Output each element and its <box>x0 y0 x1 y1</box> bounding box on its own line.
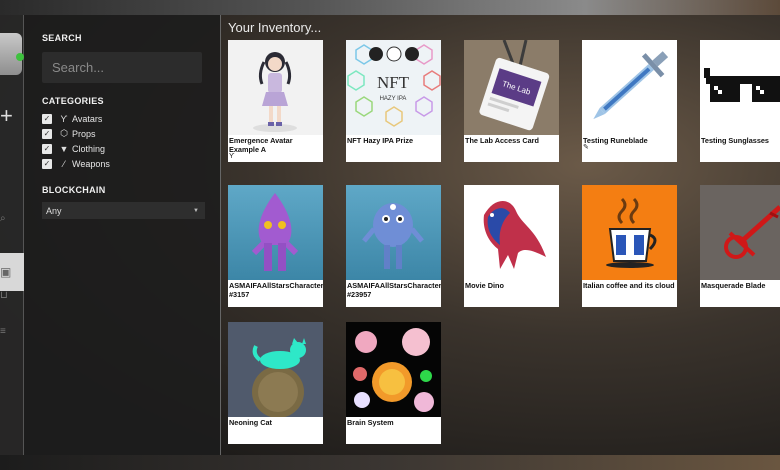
item-name: Masquerade Blade <box>701 281 766 290</box>
chevron-down-icon: ▼ <box>193 207 199 214</box>
category-clothing[interactable]: ✓ ▼ Clothing <box>42 141 202 156</box>
list-nav-icon[interactable]: ≡ <box>0 326 24 337</box>
item-thumbnail: The Lab <box>464 40 559 135</box>
item-name: Italian coffee and its cloud <box>583 281 675 290</box>
item-card[interactable]: ASMAIFAAllStarsCharacter #23957 <box>346 185 441 307</box>
filter-sidebar: SEARCH CATEGORIES ✓ ϒ Avatars ✓ ⬡ Props … <box>24 15 221 455</box>
avatar-icon: ϒ <box>60 113 68 124</box>
search-input[interactable] <box>42 52 202 83</box>
item-name: Brain System <box>347 418 394 427</box>
item-card[interactable]: Testing Runeblade ✎ <box>582 40 677 162</box>
item-name: ASMAIFAAllStarsCharacter #23957 <box>347 281 441 299</box>
category-label: Avatars <box>72 113 103 124</box>
cube-icon: ⬡ <box>60 128 68 138</box>
item-card[interactable]: Italian coffee and its cloud <box>582 185 677 307</box>
item-card[interactable]: Testing Sunglasses <box>700 40 780 162</box>
item-thumbnail <box>346 322 441 417</box>
category-list: ✓ ϒ Avatars ✓ ⬡ Props ✓ ▼ Clothing ✓ ⁄ W… <box>42 111 202 171</box>
item-thumbnail <box>582 40 677 135</box>
props-checkbox[interactable]: ✓ <box>42 128 52 139</box>
inventory-nav-icon[interactable]: ▣ <box>0 253 24 291</box>
blockchain-value: Any <box>46 205 62 216</box>
item-card[interactable]: The Lab The Lab Access Card <box>464 40 559 162</box>
item-card[interactable]: Emergence Avatar Example A ϒ <box>228 40 323 162</box>
item-name: Testing Runeblade <box>583 136 648 145</box>
item-thumbnail <box>228 322 323 417</box>
search-title: SEARCH <box>42 33 82 43</box>
category-label: Weapons <box>72 158 110 169</box>
category-props[interactable]: ✓ ⬡ Props <box>42 126 202 141</box>
item-name: Emergence Avatar Example A <box>229 136 293 154</box>
item-thumbnail <box>464 185 559 280</box>
sword-icon: ✎ <box>583 144 589 151</box>
item-thumbnail: NFT HAZY IPA <box>346 40 441 135</box>
avatar-icon: ϒ <box>229 153 235 160</box>
category-avatars[interactable]: ✓ ϒ Avatars <box>42 111 202 126</box>
window-bottom-bar <box>0 455 780 470</box>
window-top-bar <box>0 0 780 15</box>
category-weapons[interactable]: ✓ ⁄ Weapons <box>42 156 202 171</box>
item-thumbnail <box>228 185 323 280</box>
item-name: Testing Sunglasses <box>701 136 769 145</box>
hazy-ipa-text: HAZY IPA <box>380 96 407 102</box>
item-thumbnail <box>700 185 780 280</box>
item-card[interactable]: Brain System <box>346 322 441 444</box>
nft-text: NFT <box>377 73 410 92</box>
item-thumbnail <box>700 40 780 135</box>
item-name: The Lab Access Card <box>465 136 539 145</box>
clothing-checkbox[interactable]: ✓ <box>42 143 52 154</box>
blockchain-title: BLOCKCHAIN <box>42 185 106 195</box>
blockchain-select[interactable]: Any ▼ <box>42 202 205 219</box>
cart-nav-icon[interactable]: ⊔ <box>0 290 24 301</box>
item-name: NFT Hazy IPA Prize <box>347 136 414 145</box>
categories-title: CATEGORIES <box>42 96 104 106</box>
item-card[interactable]: NFT HAZY IPA NFT Hazy IPA Prize <box>346 40 441 162</box>
add-icon[interactable]: + <box>0 105 13 127</box>
page-title: Your Inventory... <box>228 20 322 35</box>
sword-icon: ⁄ <box>63 158 65 169</box>
category-label: Clothing <box>72 143 106 154</box>
item-card[interactable]: Masquerade Blade <box>700 185 780 307</box>
item-thumbnail <box>582 185 677 280</box>
weapons-checkbox[interactable]: ✓ <box>42 158 52 169</box>
user-avatar[interactable] <box>0 33 24 75</box>
search-nav-icon[interactable]: ⌕ <box>0 213 24 224</box>
item-name: Movie Dino <box>465 281 504 290</box>
category-label: Props <box>72 128 96 139</box>
item-thumbnail <box>228 40 323 135</box>
shirt-icon: ▼ <box>59 143 69 154</box>
avatars-checkbox[interactable]: ✓ <box>42 113 52 124</box>
item-card[interactable]: Movie Dino <box>464 185 559 307</box>
nav-rail: + ⌕ ▣ ⊔ ≡ <box>0 15 24 455</box>
item-thumbnail <box>346 185 441 280</box>
item-card[interactable]: Neoning Cat <box>228 322 323 444</box>
item-card[interactable]: ASMAIFAAllStarsCharacter #3157 <box>228 185 323 307</box>
item-name: Neoning Cat <box>229 418 272 427</box>
item-name: ASMAIFAAllStarsCharacter #3157 <box>229 281 323 299</box>
